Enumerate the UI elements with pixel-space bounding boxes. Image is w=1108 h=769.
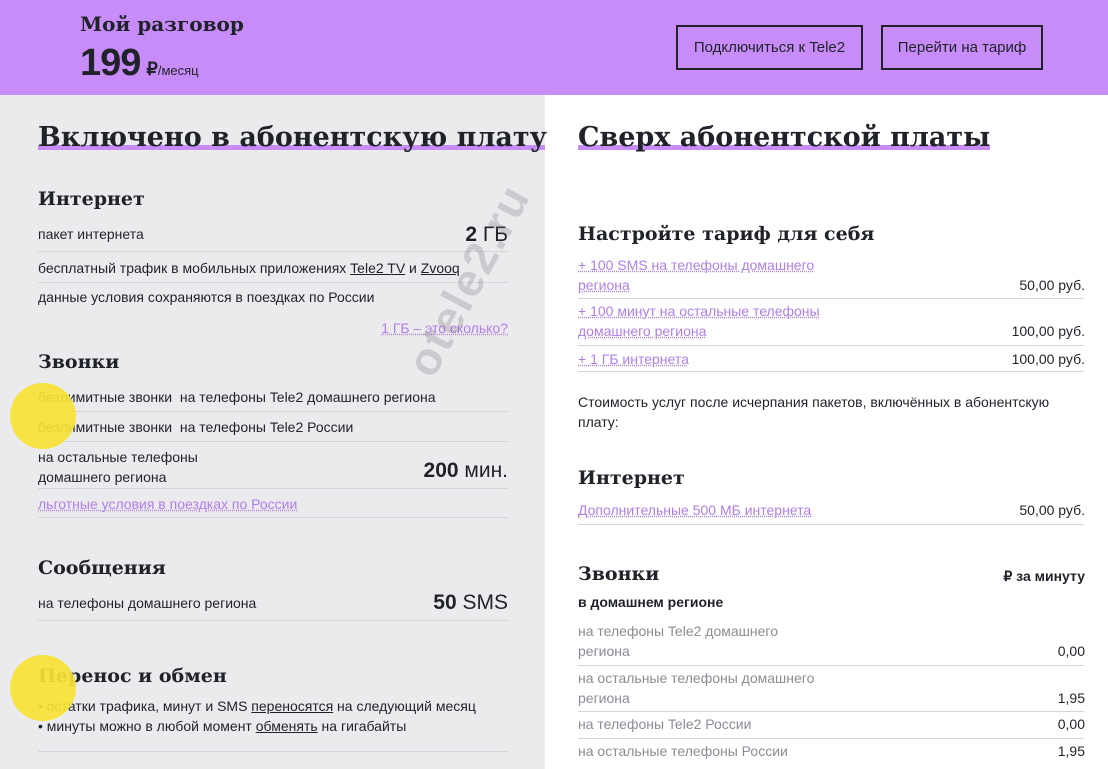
extra-internet-heading: Интернет bbox=[578, 467, 685, 489]
rate-other-russia-label: на остальные телефоны России bbox=[578, 743, 788, 759]
extra-500mb-price: 50,00 руб. bbox=[1019, 502, 1085, 518]
rate-other-russia-price: 1,95 bbox=[1057, 743, 1085, 759]
option-minutes-price: 100,00 руб. bbox=[1011, 323, 1085, 339]
go-to-tariff-button[interactable]: Перейти на тариф bbox=[881, 25, 1043, 70]
divider bbox=[578, 345, 1084, 346]
calls-heading: Звонки bbox=[38, 351, 120, 373]
internet-heading: Интернет bbox=[38, 188, 145, 210]
option-gb-link[interactable]: + 1 ГБ интернета bbox=[578, 349, 689, 369]
currency-sign: ₽ bbox=[146, 59, 158, 79]
highlight-marker bbox=[10, 655, 76, 721]
extra-500mb-link[interactable]: Дополнительные 500 МБ интернета bbox=[578, 500, 811, 520]
per-minute-label: ₽ за минуту bbox=[1003, 568, 1085, 584]
included-panel: Включено в абонентскую плату Интернет па… bbox=[0, 95, 547, 769]
divider bbox=[578, 524, 1084, 525]
rate-tele2-home-price: 0,00 bbox=[1057, 643, 1085, 659]
rate-tele2-home-label: на телефоны Tele2 домашнего региона bbox=[578, 623, 778, 659]
divider bbox=[578, 298, 1084, 299]
divider bbox=[38, 411, 508, 412]
option-sms-price: 50,00 руб. bbox=[1019, 277, 1085, 293]
extra-title: Сверх абонентской платы bbox=[578, 122, 991, 153]
option-sms-link[interactable]: + 100 SMS на телефоны домашнего региона bbox=[578, 255, 814, 295]
divider bbox=[38, 441, 508, 442]
rate-other-home-price: 1,95 bbox=[1057, 690, 1085, 706]
rate-tele2-russia-price: 0,00 bbox=[1057, 716, 1085, 732]
plan-name: Мой разговор bbox=[80, 12, 244, 36]
exchange-link[interactable]: обменять bbox=[256, 718, 318, 734]
divider bbox=[578, 665, 1084, 666]
highlight-marker bbox=[10, 383, 76, 449]
divider bbox=[578, 711, 1084, 712]
sms-label: на телефоны домашнего региона bbox=[38, 595, 257, 611]
calls-row-other-label: на остальные телефоны домашнего региона bbox=[38, 449, 198, 485]
trips-conditions-link[interactable]: льготные условия в поездках по России bbox=[38, 494, 297, 514]
internet-package-label: пакет интернета bbox=[38, 226, 144, 242]
calls-minutes-value: 200 мин. bbox=[423, 459, 508, 482]
transfer-link[interactable]: переносятся bbox=[251, 698, 333, 714]
tele2-tv-link[interactable]: Tele2 TV bbox=[350, 260, 405, 276]
price-amount: 199 bbox=[80, 42, 141, 84]
calls-row-tele2-russia: безлимитные звонки на телефоны Tele2 Рос… bbox=[38, 419, 354, 435]
sms-heading: Сообщения bbox=[38, 557, 166, 579]
option-gb-price: 100,00 руб. bbox=[1011, 351, 1085, 367]
divider bbox=[38, 620, 508, 621]
transfer-line-1: • остатки трафика, минут и SMS переносят… bbox=[38, 698, 476, 714]
transfer-line-2: • минуты можно в любой момент обменять н… bbox=[38, 718, 407, 734]
extra-calls-heading: Звонки bbox=[578, 563, 660, 585]
divider bbox=[578, 371, 1084, 372]
after-packages-note: Стоимость услуг после исчерпания пакетов… bbox=[578, 394, 1050, 430]
extra-panel: Сверх абонентской платы Настройте тариф … bbox=[545, 95, 1108, 769]
trips-note: данные условия сохраняются в поездках по… bbox=[38, 289, 375, 305]
rate-tele2-russia-label: на телефоны Tele2 России bbox=[578, 716, 752, 732]
divider bbox=[38, 251, 508, 252]
tariff-header: Мой разговор 199 ₽ /месяц Подключиться к… bbox=[0, 0, 1108, 95]
included-title: Включено в абонентскую плату bbox=[38, 122, 547, 153]
price-unit: /месяц bbox=[157, 63, 199, 78]
plan-price: 199 ₽ /месяц bbox=[80, 42, 199, 85]
calls-row-tele2-home: безлимитные звонки на телефоны Tele2 дом… bbox=[38, 389, 436, 405]
divider bbox=[578, 738, 1084, 739]
customize-heading: Настройте тариф для себя bbox=[578, 223, 875, 245]
free-traffic-row: бесплатный трафик в мобильных приложения… bbox=[38, 260, 460, 276]
connect-tele2-button[interactable]: Подключиться к Tele2 bbox=[676, 25, 863, 70]
option-minutes-link[interactable]: + 100 минут на остальные телефоны домашн… bbox=[578, 301, 820, 341]
divider bbox=[38, 751, 508, 752]
divider bbox=[38, 517, 508, 518]
rate-other-home-label: на остальные телефоны домашнего региона bbox=[578, 670, 815, 706]
home-region-label: в домашнем регионе bbox=[578, 594, 724, 610]
divider bbox=[38, 488, 508, 489]
sms-value: 50 SMS bbox=[433, 591, 508, 614]
